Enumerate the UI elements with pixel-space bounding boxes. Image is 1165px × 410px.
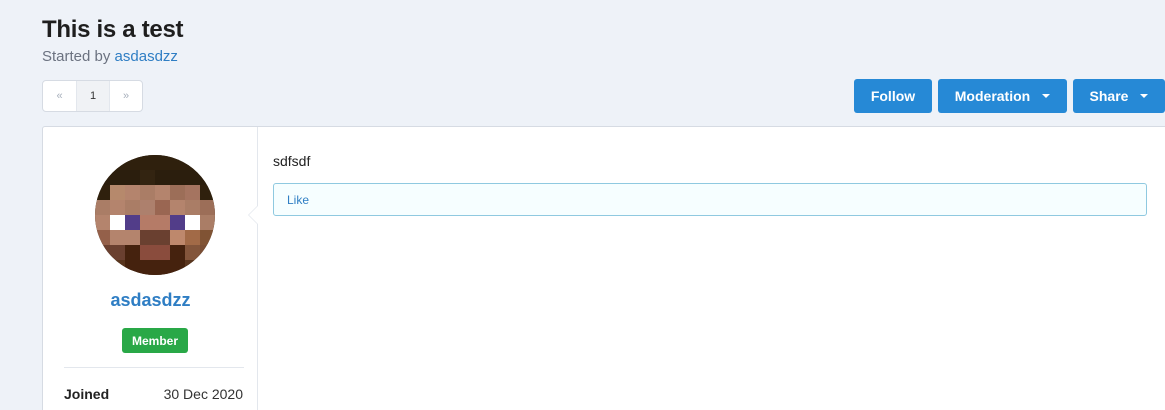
chevron-down-icon: [1042, 94, 1051, 98]
thread-author-link[interactable]: asdasdzz: [115, 48, 178, 65]
moderation-button[interactable]: Moderation: [938, 79, 1067, 113]
pagination-next[interactable]: »: [109, 81, 142, 111]
avatar-image: [95, 155, 215, 275]
share-button-label: Share: [1089, 88, 1129, 104]
share-button[interactable]: Share: [1073, 79, 1165, 113]
started-by-label: Started by: [42, 48, 111, 65]
like-button[interactable]: Like: [273, 183, 1147, 216]
avatar[interactable]: [95, 155, 215, 275]
page-title: This is a test: [42, 16, 184, 43]
chevron-down-icon: [1140, 94, 1149, 98]
role-badge: Member: [122, 328, 188, 353]
post: asdasdzz Member Joined 30 Dec 2020 sdfsd…: [42, 126, 1165, 410]
sidebar-divider: [64, 367, 244, 368]
moderation-button-label: Moderation: [954, 88, 1031, 104]
pagination: « 1 »: [42, 80, 143, 112]
joined-date: 30 Dec 2020: [163, 386, 243, 402]
joined-label: Joined: [64, 386, 110, 402]
post-author-sidebar: asdasdzz Member Joined 30 Dec 2020: [43, 127, 258, 410]
like-button-label: Like: [287, 192, 310, 207]
post-author-username[interactable]: asdasdzz: [43, 290, 258, 311]
pagination-prev[interactable]: «: [43, 81, 76, 111]
post-pointer-arrow-fill: [249, 206, 258, 224]
post-content: sdfsdf: [273, 153, 311, 169]
follow-button-label: Follow: [870, 88, 916, 104]
pagination-current-page[interactable]: 1: [76, 81, 109, 111]
follow-button[interactable]: Follow: [854, 79, 932, 113]
thread-meta: Started by asdasdzz: [42, 48, 178, 65]
